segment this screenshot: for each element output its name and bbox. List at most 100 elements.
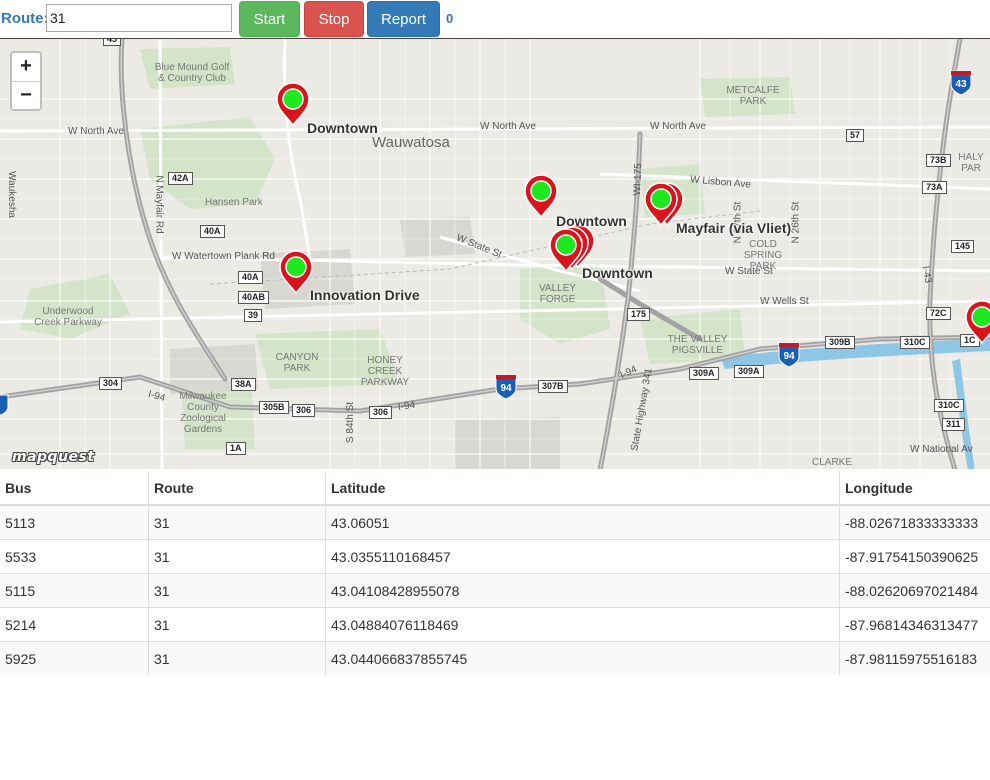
route-shield: 38A — [231, 378, 256, 391]
column-header: Bus — [0, 471, 149, 506]
street-label: WI-175 — [632, 163, 645, 196]
longitude-cell: -87.98115975516183 — [839, 641, 990, 675]
longitude-cell: -88.02620697021484 — [839, 573, 990, 608]
latitude-cell: 43.044066837855745 — [325, 641, 840, 675]
route-cell: 31 — [148, 607, 326, 642]
street-label: W Watertown Plank Rd — [172, 251, 275, 262]
bus-cell: 5113 — [0, 504, 149, 540]
bus-label: Mayfair (via Vliet) — [676, 220, 792, 236]
place-label: Blue Mound Golf & Country Club — [154, 62, 230, 84]
route-shield: 310C — [934, 399, 964, 412]
bus-label: Downtown — [556, 213, 627, 229]
route-shield: 73B — [926, 154, 951, 167]
bus-label: Innovation Drive — [310, 287, 420, 303]
route-shield: 45 — [103, 39, 122, 46]
route-label: Route: — [1, 10, 49, 27]
place-label: Milwaukee County Zoological Gardens — [179, 391, 227, 435]
route-cell: 31 — [148, 641, 326, 675]
route-shield: 309A — [689, 367, 719, 380]
table-row: 5113 31 43.06051 -88.02671833333333 — [0, 504, 990, 540]
latitude-cell: 43.0355110168457 — [325, 539, 840, 574]
column-header: Longitude — [839, 471, 990, 506]
route-shield: 309A — [734, 365, 764, 378]
toolbar: Route: Start Stop Report 0 — [0, 0, 990, 38]
table-row: 5533 31 43.0355110168457 -87.91754150390… — [0, 539, 990, 574]
route-shield: 175 — [627, 308, 651, 321]
street-label: W North Ave — [650, 121, 706, 132]
street-label: W North Ave — [68, 126, 124, 137]
longitude-cell: -87.96814346313477 — [839, 607, 990, 642]
bus-label: Downtown — [582, 265, 653, 281]
latitude-cell: 43.04108428955078 — [325, 573, 840, 608]
route-shield: 1C — [960, 334, 980, 347]
place-label: METCALFE PARK — [726, 85, 780, 107]
column-header: Latitude — [325, 471, 840, 506]
place-label: Underwood Creek Parkway — [34, 306, 102, 328]
bus-cell: 5115 — [0, 573, 149, 608]
route-shield: 304 — [99, 377, 123, 390]
street-label: S 84th St — [345, 401, 357, 444]
interstate-label: 94 — [783, 351, 795, 362]
longitude-cell: -87.91754150390625 — [839, 539, 990, 574]
route-shield: 309B — [825, 336, 855, 349]
street-label: W State St — [725, 266, 773, 277]
route-shield: 306 — [292, 404, 316, 417]
route-shield: 307B — [538, 380, 568, 393]
place-label: VALLEY FORGE — [538, 283, 577, 305]
bus-cell: 5925 — [0, 641, 149, 675]
report-button[interactable]: Report — [367, 1, 440, 37]
latitude-cell: 43.04884076118469 — [325, 607, 840, 642]
route-shield: 73A — [922, 181, 947, 194]
route-shield: 305B — [259, 401, 289, 414]
route-shield: 310C — [900, 336, 930, 349]
bus-cell: 5533 — [0, 539, 149, 574]
route-shield: 40A — [238, 271, 263, 284]
table-row: 5115 31 43.04108428955078 -88.0262069702… — [0, 573, 990, 608]
bus-label: Downtown — [307, 120, 378, 136]
route-shield: 311 — [942, 418, 965, 431]
route-shield: 42A — [168, 172, 193, 185]
zoom-in-button[interactable]: + — [12, 53, 40, 82]
table-row: 5214 31 43.04884076118469 -87.9681434631… — [0, 607, 990, 642]
stop-button[interactable]: Stop — [304, 1, 364, 37]
route-shield: 57 — [846, 129, 865, 142]
longitude-cell: -88.02671833333333 — [839, 504, 990, 540]
table-header-row: Bus Route Latitude Longitude — [0, 471, 990, 506]
mapquest-logo[interactable]: mapquest — [12, 449, 95, 465]
place-label: HONEY CREEK PARKWAY — [360, 355, 410, 388]
route-shield: 145 — [951, 240, 975, 253]
place-label: HALY PAR — [958, 152, 984, 174]
route-cell: 31 — [148, 573, 326, 608]
bus-table: Bus Route Latitude Longitude 5113 31 43.… — [0, 471, 990, 675]
bus-cell: 5214 — [0, 607, 149, 642]
zoom-control: + − — [10, 51, 42, 111]
table-row: 5925 31 43.044066837855745 -87.981159755… — [0, 641, 990, 675]
place-label: CLARKE — [812, 457, 853, 468]
route-shield: 40AB — [238, 291, 270, 304]
bus-count: 0 — [446, 11, 454, 26]
street-label: N Mayfair Rd — [153, 175, 165, 234]
route-cell: 31 — [148, 504, 326, 540]
route-shield: 306 — [369, 406, 393, 419]
map[interactable]: 43 94 94 Wauwatosa Blue Mound Golf & Cou… — [0, 38, 990, 469]
route-shield: 1A — [226, 442, 246, 455]
zoom-out-button[interactable]: − — [12, 82, 40, 110]
route-shield: 40A — [200, 225, 225, 238]
route-cell: 31 — [148, 539, 326, 574]
street-label: W Wells St — [760, 296, 809, 307]
start-button[interactable]: Start — [239, 1, 300, 37]
interstate-label: 43 — [955, 79, 967, 90]
place-label: Hansen Park — [205, 197, 263, 208]
column-header: Route — [148, 471, 326, 506]
place-label: CANYON PARK — [275, 352, 319, 374]
city-label: Wauwatosa — [372, 134, 450, 151]
latitude-cell: 43.06051 — [325, 504, 840, 540]
route-shield: 39 — [244, 309, 263, 322]
interstate-label: 94 — [500, 383, 512, 394]
street-label: W North Ave — [480, 121, 536, 132]
route-input[interactable] — [46, 4, 232, 32]
street-label: N 26th St — [790, 201, 802, 244]
street-label: Waukesha — [5, 171, 17, 218]
place-label: THE VALLEY PIGSVILLE — [667, 334, 728, 356]
route-shield: 72C — [926, 307, 951, 320]
